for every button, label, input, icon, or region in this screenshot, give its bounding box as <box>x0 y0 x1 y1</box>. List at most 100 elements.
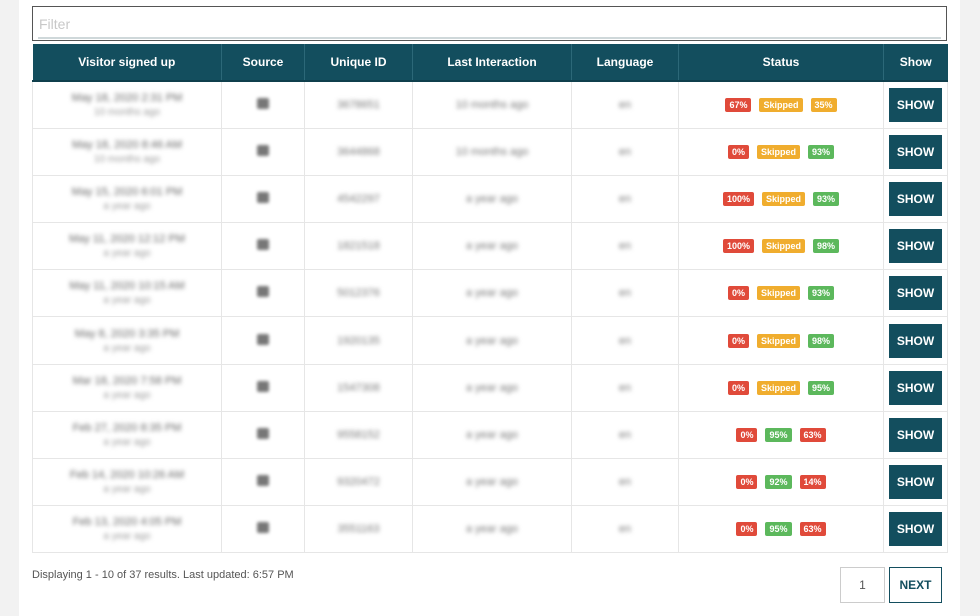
signed-up-text: May 11, 2020 12:12 PM a year ago <box>33 233 221 259</box>
status-badge: 63% <box>799 427 826 442</box>
source-icon <box>257 191 269 203</box>
unique-id-text: 3678651 <box>337 98 380 111</box>
column-header-visitor-signed-up[interactable]: Visitor signed up <box>32 44 222 82</box>
cell-show: SHOW <box>883 316 948 365</box>
table-body: May 18, 2020 2:31 PM 10 months ago 36786… <box>32 80 948 554</box>
cell-status: 100% Skipped 98% <box>678 222 884 271</box>
cell-source <box>221 174 305 224</box>
column-header-language[interactable]: Language <box>571 44 679 82</box>
show-button[interactable]: SHOW <box>889 134 942 169</box>
unique-id-text: 5012376 <box>337 287 380 300</box>
cell-last-interaction: a year ago <box>412 410 572 460</box>
last-interaction-text: a year ago <box>466 334 518 347</box>
status-badge: 0% <box>736 475 758 490</box>
filter-input[interactable] <box>33 7 946 40</box>
unique-id-text: 9558152 <box>337 428 380 441</box>
next-page-button[interactable]: NEXT <box>889 567 942 603</box>
show-button[interactable]: SHOW <box>889 229 942 264</box>
cell-source <box>221 505 305 554</box>
cell-signed-up: May 15, 2020 6:01 PM a year ago <box>32 174 222 224</box>
cell-status: 0% Skipped 93% <box>678 127 884 176</box>
signed-up-date: May 11, 2020 10:15 AM <box>69 280 185 293</box>
show-button[interactable]: SHOW <box>889 87 942 122</box>
signed-up-text: Feb 27, 2020 8:35 PM a year ago <box>33 422 221 448</box>
cell-last-interaction: a year ago <box>412 363 572 412</box>
cell-source <box>221 269 305 318</box>
cell-source <box>221 410 305 460</box>
signed-up-ago: a year ago <box>103 389 151 401</box>
cell-language: en <box>571 363 679 412</box>
status-badge: Skipped <box>762 191 806 206</box>
status-badge: 0% <box>727 333 749 348</box>
cell-show: SHOW <box>883 410 948 460</box>
cell-language: en <box>571 505 679 554</box>
page-number-input[interactable] <box>840 567 885 603</box>
status-badge: 0% <box>727 380 749 395</box>
status-badge: 98% <box>813 239 840 254</box>
show-button[interactable]: SHOW <box>889 323 942 358</box>
cell-language: en <box>571 316 679 365</box>
status-badge: Skipped <box>756 286 800 301</box>
show-button[interactable]: SHOW <box>889 417 942 452</box>
status-badge: 92% <box>765 475 792 490</box>
signed-up-date: Feb 13, 2020 4:05 PM <box>72 516 182 529</box>
language-text: en <box>618 98 632 111</box>
cell-last-interaction: a year ago <box>412 457 572 507</box>
show-button[interactable]: SHOW <box>889 370 942 405</box>
signed-up-text: Feb 14, 2020 10:26 AM a year ago <box>33 469 221 495</box>
cell-show: SHOW <box>883 269 948 318</box>
cell-signed-up: May 8, 2020 3:35 PM a year ago <box>32 316 222 365</box>
cell-language: en <box>571 457 679 507</box>
cell-source <box>221 316 305 365</box>
unique-id-text: 4542297 <box>337 192 380 205</box>
table-row: Mar 18, 2020 7:58 PM a year ago 1547308 … <box>32 363 948 412</box>
language-text: en <box>618 145 632 158</box>
cell-language: en <box>571 127 679 176</box>
cell-unique-id: 5012376 <box>304 269 413 318</box>
show-button[interactable]: SHOW <box>889 181 942 216</box>
signed-up-text: May 18, 2020 2:31 PM 10 months ago <box>33 92 221 118</box>
last-interaction-text: a year ago <box>466 287 518 300</box>
status-badge: 93% <box>808 286 835 301</box>
table-row: May 11, 2020 10:15 AM a year ago 5012376… <box>32 269 948 318</box>
cell-signed-up: May 11, 2020 12:12 PM a year ago <box>32 222 222 271</box>
status-badge: 93% <box>813 191 840 206</box>
status-badge: 0% <box>736 522 758 537</box>
column-header-source[interactable]: Source <box>221 44 305 82</box>
table-row: May 18, 2020 8:46 AM 10 months ago 36448… <box>32 127 948 176</box>
cell-unique-id: 1821518 <box>304 222 413 271</box>
cell-status: 67% Skipped 35% <box>678 80 884 129</box>
table-row: May 18, 2020 2:31 PM 10 months ago 36786… <box>32 80 948 129</box>
source-icon <box>257 427 269 439</box>
cell-status: 100% Skipped 93% <box>678 174 884 224</box>
column-header-status[interactable]: Status <box>678 44 884 82</box>
show-button[interactable]: SHOW <box>889 512 942 547</box>
signed-up-text: May 18, 2020 8:46 AM 10 months ago <box>33 139 221 165</box>
column-header-unique-id[interactable]: Unique ID <box>304 44 413 82</box>
signed-up-date: May 8, 2020 3:35 PM <box>74 327 180 340</box>
status-badge: Skipped <box>756 333 800 348</box>
status-badges: 0% 95% 63% <box>732 522 829 537</box>
show-button[interactable]: SHOW <box>889 465 942 500</box>
filter-box <box>32 6 947 41</box>
signed-up-ago: a year ago <box>103 531 151 543</box>
status-badges: 0% Skipped 95% <box>724 380 838 395</box>
status-badge: 95% <box>765 522 792 537</box>
status-badge: Skipped <box>756 380 800 395</box>
cell-unique-id: 3678651 <box>304 80 413 129</box>
cell-signed-up: Feb 14, 2020 10:26 AM a year ago <box>32 457 222 507</box>
show-button[interactable]: SHOW <box>889 276 942 311</box>
column-header-last-interaction[interactable]: Last Interaction <box>412 44 572 82</box>
signed-up-date: May 18, 2020 8:46 AM <box>71 138 183 151</box>
cell-language: en <box>571 80 679 129</box>
cell-last-interaction: a year ago <box>412 222 572 271</box>
source-icon <box>257 144 269 156</box>
source-icon <box>257 286 269 298</box>
cell-source <box>221 457 305 507</box>
cell-show: SHOW <box>883 174 948 224</box>
cell-last-interaction: 10 months ago <box>412 80 572 129</box>
status-badge: Skipped <box>759 97 803 112</box>
source-icon <box>257 97 269 109</box>
signed-up-ago: a year ago <box>103 248 151 260</box>
signed-up-ago: a year ago <box>103 295 151 307</box>
